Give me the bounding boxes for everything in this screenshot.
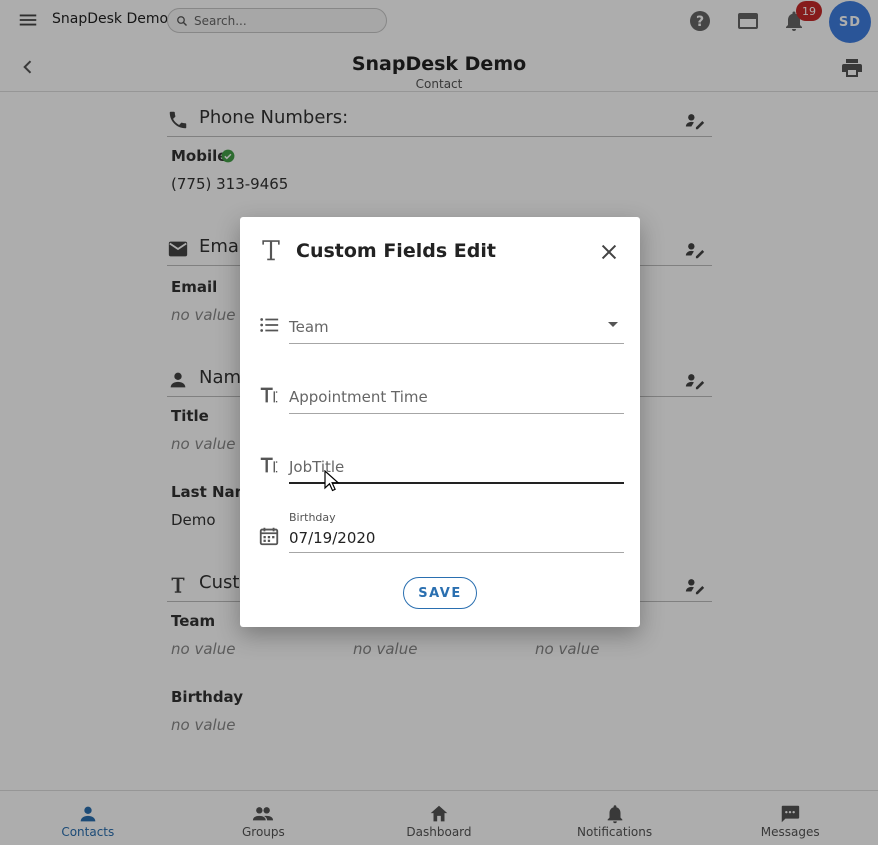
birthday-field-value[interactable]: 07/19/2020: [289, 529, 375, 547]
team-select-field[interactable]: Team: [258, 302, 624, 344]
text-field-icon: [258, 384, 280, 406]
save-button[interactable]: SAVE: [403, 577, 477, 609]
custom-fields-dialog: Custom Fields Edit Team Appointment Time…: [240, 217, 640, 627]
appointment-time-field[interactable]: Appointment Time: [258, 372, 624, 414]
list-icon: [258, 314, 280, 336]
birthday-input[interactable]: Birthday 07/19/2020: [289, 511, 624, 553]
dropdown-caret-icon[interactable]: [608, 322, 618, 327]
calendar-icon: [258, 525, 280, 547]
text-format-icon: [258, 237, 284, 263]
mouse-cursor-icon: [324, 470, 340, 492]
birthday-field-label: Birthday: [289, 511, 336, 524]
appointment-time-label: Appointment Time: [289, 388, 428, 406]
text-field-icon: [258, 454, 280, 476]
dialog-title: Custom Fields Edit: [296, 240, 496, 262]
appointment-time-input[interactable]: Appointment Time: [289, 372, 624, 414]
birthday-field[interactable]: Birthday 07/19/2020: [258, 511, 624, 553]
jobtitle-field[interactable]: JobTitle: [258, 442, 624, 484]
team-select[interactable]: Team: [289, 302, 624, 344]
team-select-label: Team: [289, 318, 329, 336]
close-icon[interactable]: [598, 241, 620, 263]
